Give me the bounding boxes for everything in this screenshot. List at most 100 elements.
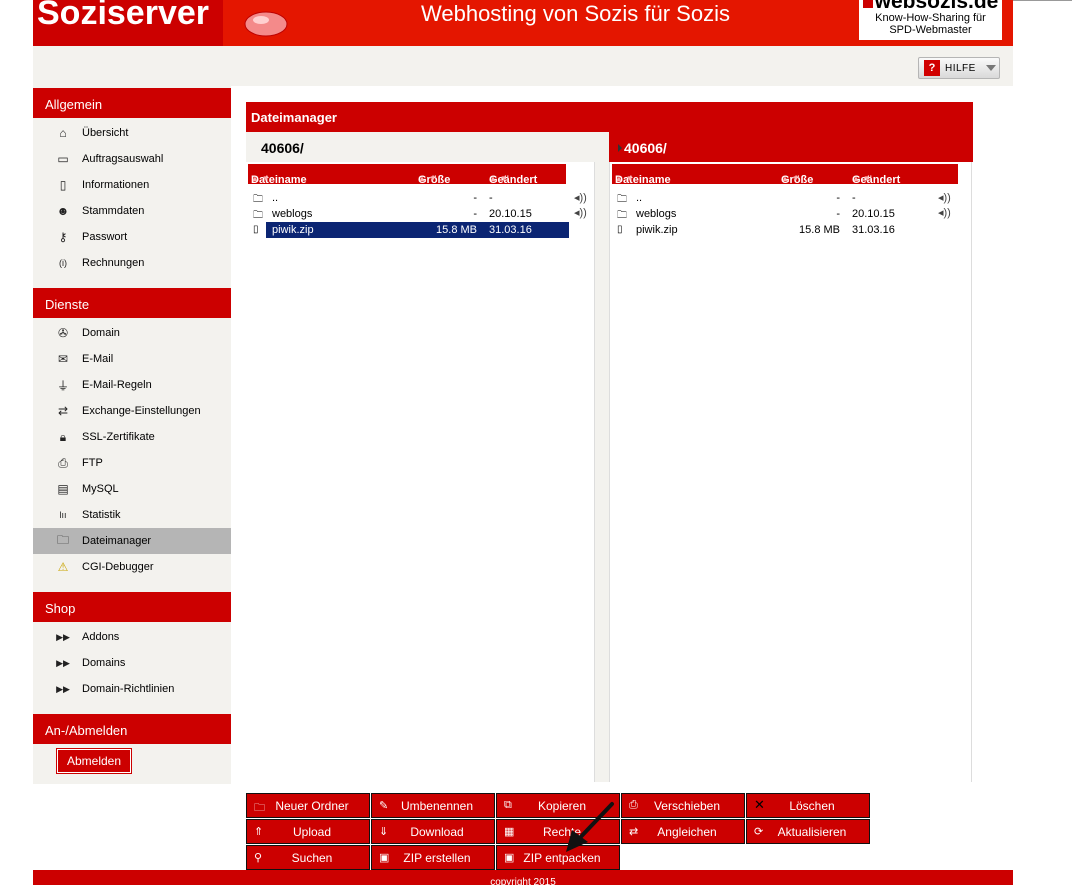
speaker-icon[interactable]: ◂)) <box>574 206 587 219</box>
brand-block: Soziserver <box>33 0 223 46</box>
right-file-pane[interactable]: Dateiname ▲▼ Größe ▲▼ Geändert ▲▼ 🗀︎ .. … <box>609 162 972 782</box>
file-name: weblogs <box>636 208 677 220</box>
right-column-header: Dateiname ▲▼ Größe ▲▼ Geändert ▲▼ <box>610 162 960 186</box>
file-size: - <box>473 192 477 204</box>
forward-icon: ▶▶ <box>56 631 70 642</box>
file-date: - <box>852 192 856 204</box>
sidebar-item-informationen[interactable]: ▯ Informationen <box>33 172 231 198</box>
sidebar-item-label: Domain <box>82 327 120 339</box>
right-path-bar[interactable]: 40606/ <box>609 132 973 162</box>
sync-button[interactable]: ⇄ Angleichen <box>621 819 745 844</box>
file-name: piwik.zip <box>636 224 678 236</box>
sidebar-item-auftragsauswahl[interactable]: ▭ Auftragsauswahl <box>33 146 231 172</box>
help-button[interactable]: ? HILFE <box>918 57 1000 79</box>
sidebar-item-label: Informationen <box>82 179 150 191</box>
document-icon: ▯ <box>59 178 67 192</box>
sidebar-item-dateimanager[interactable]: 🗀︎ Dateimanager <box>33 528 231 554</box>
speaker-icon[interactable]: ◂)) <box>574 191 587 204</box>
file-row[interactable]: 🗀︎ weblogs - 20.10.15 <box>246 206 576 222</box>
sidebar-item-addons[interactable]: ▶▶ Addons <box>33 624 231 650</box>
left-file-pane[interactable]: Dateiname ▲▼ Größe ▲▼ Geändert ▲▼ 🗀︎ .. … <box>246 162 595 782</box>
speaker-icon[interactable]: ◂)) <box>938 191 951 204</box>
database-icon: ▤ <box>57 482 69 496</box>
file-row[interactable]: 🗀︎ .. - - <box>610 190 940 206</box>
sidebar-item-statistik[interactable]: lıı Statistik <box>33 502 231 528</box>
button-label: Neuer Ordner <box>275 798 349 813</box>
speaker-icon[interactable]: ◂)) <box>938 206 951 219</box>
file-size: 15.8 MB <box>799 224 840 236</box>
rename-button[interactable]: ✎ Umbenennen <box>371 793 495 818</box>
refresh-button[interactable]: ⟳ Aktualisieren <box>746 819 870 844</box>
exchange-icon: ⇄ <box>57 404 69 418</box>
sidebar-item-ssl[interactable]: 🔒︎ SSL-Zertifikate <box>33 424 231 450</box>
file-date: 31.03.16 <box>489 224 532 236</box>
window-icon: ▭ <box>57 152 69 166</box>
mail-icon: ✉ <box>57 352 69 366</box>
sidebar-item-label: Auftragsauswahl <box>82 153 164 165</box>
partner-logo[interactable]: websozis.de Know-How-Sharing für SPD-Web… <box>859 0 1002 40</box>
logout-button[interactable]: Abmelden <box>56 748 132 774</box>
file-size: 15.8 MB <box>436 224 477 236</box>
folder-icon: 🗀︎ <box>254 802 265 814</box>
move-button[interactable]: ⎙ Verschieben <box>621 793 745 818</box>
sidebar-item-passwort[interactable]: ⚷ Passwort <box>33 224 231 250</box>
refresh-icon: ⟳ <box>754 826 764 838</box>
sidebar-heading-allgemein: Allgemein <box>33 88 231 118</box>
delete-button[interactable]: ✕ Löschen <box>746 793 870 818</box>
copy-icon: ⧉ <box>504 799 512 811</box>
zip-create-button[interactable]: ▣ ZIP erstellen <box>371 845 495 870</box>
left-path-bar[interactable]: 40606/ <box>246 132 609 162</box>
sidebar-item-label: Stammdaten <box>82 205 145 217</box>
annotation-arrow-icon <box>566 802 614 852</box>
globe-icon: ✇ <box>57 326 69 340</box>
sidebar-item-stammdaten[interactable]: ☻ Stammdaten <box>33 198 231 224</box>
sidebar-item-label: Rechnungen <box>82 257 145 269</box>
brand-logo[interactable]: Soziserver <box>37 0 209 33</box>
folder-icon: 🗀︎ <box>56 532 69 547</box>
sidebar-item-domain-richtlinien[interactable]: ▶▶ Domain-Richtlinien <box>33 676 231 702</box>
file-row-selected[interactable]: ▯ piwik.zip 15.8 MB 31.03.16 <box>246 222 576 238</box>
upload-button[interactable]: ⇑ Upload <box>246 819 370 844</box>
permissions-icon: ▦ <box>504 826 515 838</box>
button-label: Download <box>410 824 464 839</box>
sidebar-item-email[interactable]: ✉ E-Mail <box>33 346 231 372</box>
help-label: HILFE <box>945 62 976 74</box>
file-row[interactable]: 🗀︎ .. - - <box>246 190 576 206</box>
sidebar-item-ftp[interactable]: ⎙ FTP <box>33 450 231 476</box>
button-label: Upload <box>292 824 332 839</box>
sidebar-item-label: Domain-Richtlinien <box>82 683 175 695</box>
download-button[interactable]: ⇓ Download <box>371 819 495 844</box>
window-top-line <box>1013 0 1072 1</box>
file-name: piwik.zip <box>272 224 314 236</box>
sidebar-heading-anmelden: An-/Abmelden <box>33 714 231 744</box>
filter-icon: ⏚ <box>56 378 69 393</box>
sidebar-item-uebersicht[interactable]: ⌂ Übersicht <box>33 120 231 146</box>
sidebar-item-label: Addons <box>82 631 120 643</box>
sidebar-item-domain[interactable]: ✇ Domain <box>33 320 231 346</box>
file-size: - <box>473 208 477 220</box>
sidebar-item-label: CGI-Debugger <box>82 561 154 573</box>
upload-icon: ⇑ <box>254 826 264 838</box>
warning-icon: ⚠ <box>57 560 69 574</box>
search-button[interactable]: ⚲ Suchen <box>246 845 370 870</box>
forward-icon: ▶▶ <box>56 683 70 694</box>
sidebar-item-exchange[interactable]: ⇄ Exchange-Einstellungen <box>33 398 231 424</box>
sidebar-item-mysql[interactable]: ▤ MySQL <box>33 476 231 502</box>
help-icon: ? <box>924 60 940 76</box>
file-row[interactable]: ▯ piwik.zip 15.8 MB 31.03.16 <box>610 222 940 238</box>
file-name: .. <box>636 192 643 204</box>
key-icon: ⚷ <box>58 230 68 244</box>
file-date: 20.10.15 <box>852 208 895 220</box>
sidebar-item-rechnungen[interactable]: (i) Rechnungen <box>33 250 231 276</box>
new-folder-button[interactable]: 🗀︎ Neuer Ordner <box>246 793 370 818</box>
sidebar-item-cgi-debugger[interactable]: ⚠ CGI-Debugger <box>33 554 231 580</box>
sidebar-heading-dienste: Dienste <box>33 288 231 318</box>
sidebar: Allgemein ⌂ Übersicht ▭ Auftragsauswahl ▯ I… <box>33 86 231 784</box>
sidebar-item-domains[interactable]: ▶▶ Domains <box>33 650 231 676</box>
move-icon: ⎙ <box>629 799 638 811</box>
sidebar-item-email-regeln[interactable]: ⏚ E-Mail-Regeln <box>33 372 231 398</box>
ftp-icon: ⎙ <box>58 455 68 470</box>
search-icon: ⚲ <box>254 852 263 864</box>
file-row[interactable]: 🗀︎ weblogs - 20.10.15 <box>610 206 940 222</box>
button-label: ZIP erstellen <box>403 850 471 865</box>
